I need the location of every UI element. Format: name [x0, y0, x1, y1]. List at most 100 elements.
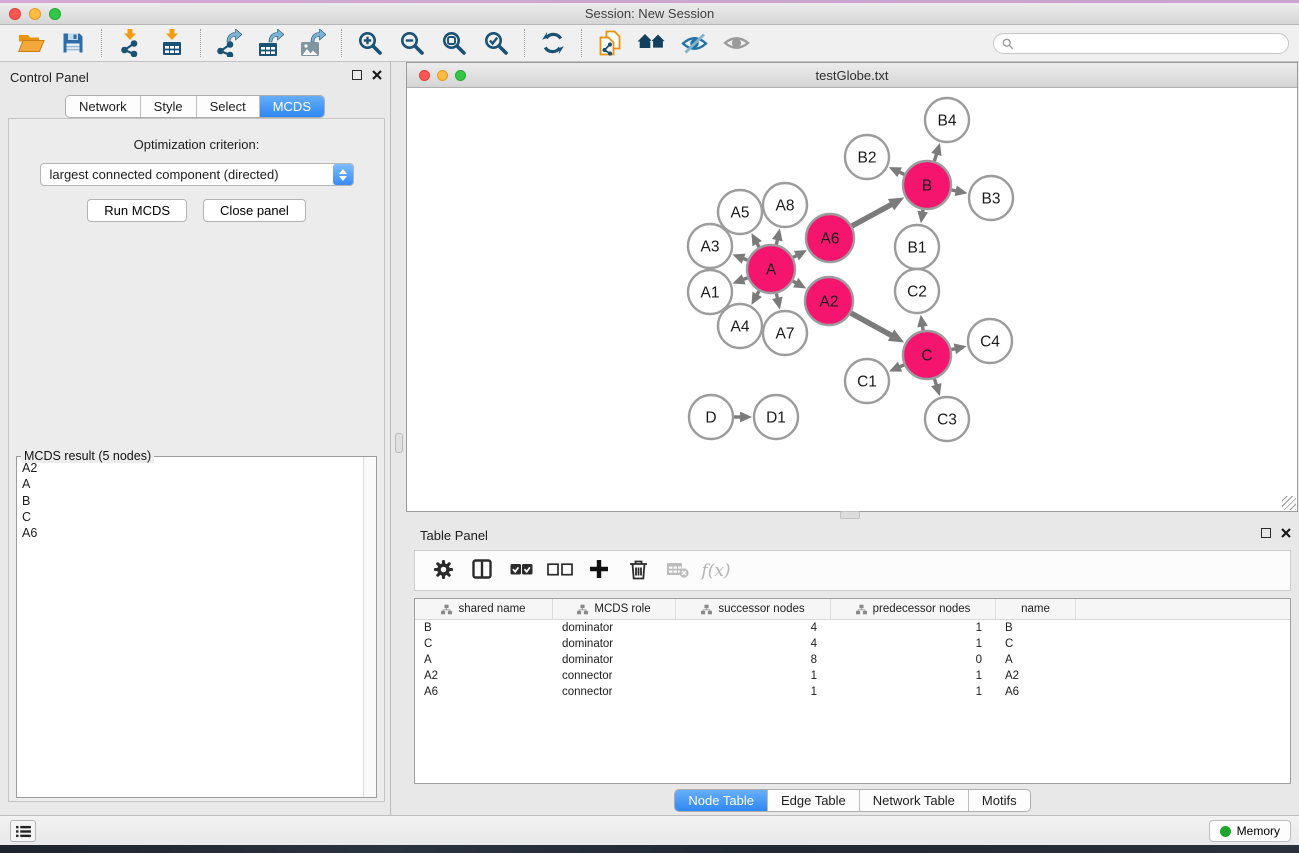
node-B1[interactable]: B1: [895, 225, 939, 269]
tab-mcds[interactable]: MCDS: [259, 96, 324, 117]
mcds-result-list[interactable]: A2ABCA6: [18, 460, 362, 796]
split-panel-button[interactable]: [466, 555, 498, 587]
import-network-button[interactable]: [109, 27, 151, 59]
deselect-all-icon: [547, 563, 573, 579]
node-C2[interactable]: C2: [895, 269, 939, 313]
horizontal-splitter-handle[interactable]: [840, 511, 860, 519]
node-B4[interactable]: B4: [925, 98, 969, 142]
tab-node-table[interactable]: Node Table: [675, 790, 767, 811]
column-header-MCDS-role[interactable]: MCDS role: [553, 599, 676, 619]
zoom-out-button[interactable]: [391, 27, 433, 59]
mcds-result-item[interactable]: B: [18, 493, 362, 509]
node-A8[interactable]: A8: [763, 183, 807, 227]
close-panel-button[interactable]: Close panel: [203, 199, 306, 222]
table-row[interactable]: A2connector11A2: [415, 668, 1290, 684]
node-C3[interactable]: C3: [925, 397, 969, 441]
search-input[interactable]: [1019, 35, 1288, 52]
node-C4[interactable]: C4: [968, 319, 1012, 363]
tab-network-table[interactable]: Network Table: [859, 790, 968, 811]
hide-selected-button[interactable]: [673, 27, 715, 59]
table-cell: A2: [996, 670, 1076, 682]
table-row[interactable]: Adominator80A: [415, 652, 1290, 668]
table-panel-tabs: Node TableEdge TableNetwork TableMotifs: [674, 789, 1030, 812]
resize-grip-icon[interactable]: [1282, 496, 1296, 510]
mcds-result-item[interactable]: A: [18, 476, 362, 492]
main-toolbar: [0, 25, 1299, 62]
node-A5[interactable]: A5: [718, 190, 762, 234]
export-table-button[interactable]: [250, 27, 292, 59]
optimization-criterion-dropdown[interactable]: largest connected component (directed): [40, 163, 354, 186]
memory-button[interactable]: Memory: [1209, 820, 1291, 842]
column-header-shared-name[interactable]: shared name: [415, 599, 553, 619]
table-row[interactable]: Cdominator41C: [415, 636, 1290, 652]
node-D[interactable]: D: [689, 395, 733, 439]
delete-column-button[interactable]: [622, 555, 654, 587]
node-C1[interactable]: C1: [845, 359, 889, 403]
tab-style[interactable]: Style: [140, 96, 196, 117]
table-row[interactable]: Bdominator41B: [415, 620, 1290, 636]
close-table-panel-icon[interactable]: [1281, 528, 1291, 538]
home-view-button[interactable]: [631, 27, 673, 59]
node-A7[interactable]: A7: [763, 311, 807, 355]
mcds-result-scrollbar[interactable]: [363, 457, 376, 797]
table-row[interactable]: A6connector11A6: [415, 684, 1290, 700]
zoom-selected-button[interactable]: [475, 27, 517, 59]
search-field[interactable]: [993, 33, 1289, 54]
svg-text:A7: A7: [776, 326, 795, 343]
node-B2[interactable]: B2: [845, 135, 889, 179]
node-A6[interactable]: A6: [806, 214, 854, 262]
tab-edge-table[interactable]: Edge Table: [767, 790, 859, 811]
svg-text:A3: A3: [701, 239, 720, 256]
table-cell: connector: [553, 670, 676, 682]
vertical-splitter-handle[interactable]: [395, 433, 403, 453]
svg-text:A: A: [766, 262, 777, 279]
show-all-button[interactable]: [715, 27, 757, 59]
node-A1[interactable]: A1: [688, 270, 732, 314]
refresh-view-button[interactable]: [532, 27, 574, 59]
tab-motifs[interactable]: Motifs: [968, 790, 1030, 811]
open-session-button[interactable]: [10, 27, 52, 59]
node-B3[interactable]: B3: [969, 176, 1013, 220]
node-A[interactable]: A: [747, 245, 795, 293]
table-cell: dominator: [553, 622, 676, 634]
edge-A6-B[interactable]: [852, 204, 893, 226]
function-builder-button[interactable]: f(x): [700, 555, 732, 587]
task-history-button[interactable]: [10, 820, 36, 842]
table-cell: 0: [831, 654, 996, 666]
tab-select[interactable]: Select: [196, 96, 259, 117]
clone-network-button[interactable]: [589, 27, 631, 59]
edge-A2-C[interactable]: [851, 313, 893, 336]
open-session-icon: [18, 32, 45, 54]
zoom-in-button[interactable]: [349, 27, 391, 59]
tab-network[interactable]: Network: [66, 96, 140, 117]
add-column-button[interactable]: [583, 555, 615, 587]
zoom-fit-button[interactable]: [433, 27, 475, 59]
mcds-result-item[interactable]: C: [18, 509, 362, 525]
node-A3[interactable]: A3: [688, 224, 732, 268]
mcds-result-item[interactable]: A2: [18, 460, 362, 476]
float-panel-icon[interactable]: [352, 70, 362, 80]
run-mcds-button[interactable]: Run MCDS: [87, 199, 187, 222]
import-table-button[interactable]: [151, 27, 193, 59]
node-A4[interactable]: A4: [718, 304, 762, 348]
export-image-button[interactable]: [292, 27, 334, 59]
node-D1[interactable]: D1: [754, 395, 798, 439]
close-panel-icon[interactable]: [372, 70, 382, 80]
svg-text:A8: A8: [776, 198, 795, 215]
deselect-all-button[interactable]: [544, 555, 576, 587]
float-table-panel-icon[interactable]: [1261, 528, 1271, 538]
node-C[interactable]: C: [903, 331, 951, 379]
save-session-button[interactable]: [52, 27, 94, 59]
table-settings-button[interactable]: [427, 555, 459, 587]
delete-table-button[interactable]: [661, 555, 693, 587]
column-header-predecessor-nodes[interactable]: predecessor nodes: [831, 599, 996, 619]
select-all-button[interactable]: [505, 555, 537, 587]
network-canvas[interactable]: B4 B2 B B3 A8 A5 A6 A3 B1 A A1 C2 A2 A4 A7 C4 C C1 C3 D D1: [407, 88, 1297, 511]
status-bar: Memory: [0, 815, 1299, 845]
column-header-name[interactable]: name: [996, 599, 1076, 619]
column-header-successor-nodes[interactable]: successor nodes: [676, 599, 831, 619]
node-B[interactable]: B: [903, 161, 951, 209]
node-A2[interactable]: A2: [805, 277, 853, 325]
export-network-button[interactable]: [208, 27, 250, 59]
mcds-result-item[interactable]: A6: [18, 525, 362, 541]
